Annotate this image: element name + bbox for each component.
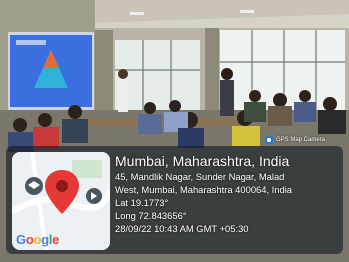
gps-camera-icon bbox=[265, 136, 273, 144]
address-line-2: West, Mumbai, Maharashtra 400064, India bbox=[115, 184, 293, 195]
address-line-1: 45, Mandlik Nagar, Sunder Nagar, Malad bbox=[115, 171, 285, 182]
map-thumbnail: Google bbox=[12, 152, 110, 250]
google-logo: Google bbox=[16, 232, 60, 247]
latitude-text: Lat 19.1773° bbox=[115, 197, 169, 208]
longitude-text: Long 72.843656° bbox=[115, 210, 187, 221]
gps-camera-badge: GPS Map Camera bbox=[265, 136, 325, 144]
photo-frame: GPS Map Camera Google Mumbai, Maharashtr… bbox=[0, 0, 349, 262]
location-info: Mumbai, Maharashtra, India 45, Mandlik N… bbox=[115, 152, 345, 235]
location-title: Mumbai, Maharashtra, India bbox=[115, 153, 290, 169]
timestamp-text: 28/09/22 10:43 AM GMT +05:30 bbox=[115, 223, 249, 234]
gps-camera-label: GPS Map Camera bbox=[276, 137, 326, 143]
